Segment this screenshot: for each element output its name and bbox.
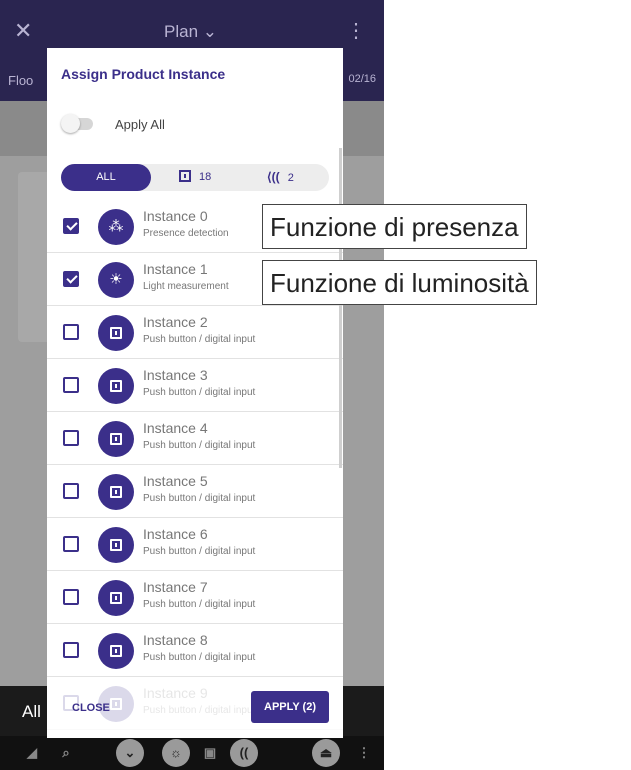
instance-description: Push button / digital input (143, 652, 256, 663)
push-button-icon (98, 474, 134, 510)
instance-checkbox[interactable] (63, 430, 79, 446)
instance-description: Push button / digital input (143, 334, 256, 345)
instance-name: Instance 5 (143, 473, 208, 489)
presence-icon: ⟨(( (267, 170, 280, 184)
instance-row[interactable]: Instance 6 Push button / digital input (47, 518, 343, 571)
instance-row[interactable]: Instance 2 Push button / digital input (47, 306, 343, 359)
push-button-glyph (110, 645, 122, 657)
plan-title[interactable]: Plan ⌄ (164, 22, 217, 42)
close-button[interactable]: CLOSE (72, 702, 110, 714)
push-button-icon (98, 368, 134, 404)
scrollbar[interactable] (339, 148, 342, 468)
floor-date: 02/16 (348, 73, 376, 85)
search-icon[interactable]: ⌕ (52, 739, 80, 767)
luminosity-annotation: Funzione di luminosità (262, 260, 537, 305)
apply-button[interactable]: APPLY (2) (251, 691, 329, 723)
push-button-glyph (110, 433, 122, 445)
instance-checkbox[interactable] (63, 483, 79, 499)
instance-name: Instance 8 (143, 632, 208, 648)
push-button-glyph (110, 592, 122, 604)
toggle-knob (61, 114, 80, 133)
instance-description: Presence detection (143, 228, 229, 239)
phone-screen: ✕ Plan ⌄ ⋮ Floo 02/16 All ◢ ⌕ ⌄ ☼ ▣ (( ⏏… (0, 0, 384, 770)
instance-checkbox[interactable] (63, 642, 79, 658)
floor-label: Floo (8, 73, 34, 88)
push-button-icon (98, 421, 134, 457)
push-button-glyph (110, 539, 122, 551)
instance-checkbox[interactable] (63, 218, 79, 234)
instance-name: Instance 2 (143, 314, 208, 330)
instance-checkbox[interactable] (63, 377, 79, 393)
dialog-footer: CLOSE APPLY (2) (47, 683, 343, 738)
push-button-icon[interactable]: ▣ (196, 739, 224, 767)
push-button-glyph (110, 380, 122, 392)
close-icon[interactable]: ✕ (14, 18, 32, 44)
instance-row[interactable]: Instance 8 Push button / digital input (47, 624, 343, 677)
instance-checkbox[interactable] (63, 324, 79, 340)
push-button-glyph (110, 327, 122, 339)
bottom-nav: ◢ ⌕ ⌄ ☼ ▣ (( ⏏ ⋮ (0, 736, 384, 770)
presence-count: 2 (287, 172, 294, 184)
instance-name: Instance 6 (143, 526, 208, 542)
instance-name: Instance 1 (143, 261, 208, 277)
apply-all-toggle[interactable] (61, 114, 93, 133)
instance-row[interactable]: Instance 3 Push button / digital input (47, 359, 343, 412)
instance-row[interactable]: Instance 5 Push button / digital input (47, 465, 343, 518)
eject-icon[interactable]: ⏏ (312, 739, 340, 767)
light-sensor-icon: ☀ (98, 262, 134, 298)
dialog-title: Assign Product Instance (61, 66, 226, 82)
sensor-glyph: ⁂ (108, 218, 124, 235)
push-button-glyph (110, 486, 122, 498)
instance-checkbox[interactable] (63, 271, 79, 287)
presence-sensor-icon: ⁂ (98, 209, 134, 245)
presence-annotation: Funzione di presenza (262, 204, 527, 249)
signal-icon: ◢ (27, 745, 37, 760)
instance-description: Push button / digital input (143, 440, 256, 451)
push-button-icon (98, 580, 134, 616)
assign-instance-dialog: Assign Product Instance Apply All ALL 18… (47, 48, 343, 738)
instance-description: Push button / digital input (143, 546, 256, 557)
chevron-down-icon[interactable]: ⌄ (116, 739, 144, 767)
instance-name: Instance 3 (143, 367, 208, 383)
more-vert-icon[interactable]: ⋮ (350, 739, 378, 767)
instance-checkbox[interactable] (63, 536, 79, 552)
instance-filter: ALL 18 ⟨(( 2 (61, 164, 329, 191)
push-button-icon (98, 527, 134, 563)
filter-presence-tab[interactable]: ⟨(( 2 (267, 164, 294, 191)
light-icon[interactable]: ☼ (162, 739, 190, 767)
push-button-icon (179, 170, 191, 182)
filter-all-tab[interactable]: ALL (61, 164, 151, 191)
all-filter-label[interactable]: All (22, 702, 41, 722)
instance-name: Instance 7 (143, 579, 208, 595)
filter-push-button-tab[interactable]: 18 (179, 164, 211, 191)
instance-description: Light measurement (143, 281, 229, 292)
instance-description: Push button / digital input (143, 387, 256, 398)
push-button-icon (98, 315, 134, 351)
instance-name: Instance 0 (143, 208, 208, 224)
instance-description: Push button / digital input (143, 493, 256, 504)
presence-icon[interactable]: (( (230, 739, 258, 767)
instance-row[interactable]: Instance 4 Push button / digital input (47, 412, 343, 465)
sensor-glyph: ☀ (109, 271, 123, 288)
apply-all-label: Apply All (115, 117, 165, 132)
instance-name: Instance 4 (143, 420, 208, 436)
push-count: 18 (199, 171, 212, 183)
more-vert-icon[interactable]: ⋮ (346, 18, 366, 43)
instance-checkbox[interactable] (63, 589, 79, 605)
instance-description: Push button / digital input (143, 599, 256, 610)
instance-row[interactable]: Instance 7 Push button / digital input (47, 571, 343, 624)
push-button-icon (98, 633, 134, 669)
